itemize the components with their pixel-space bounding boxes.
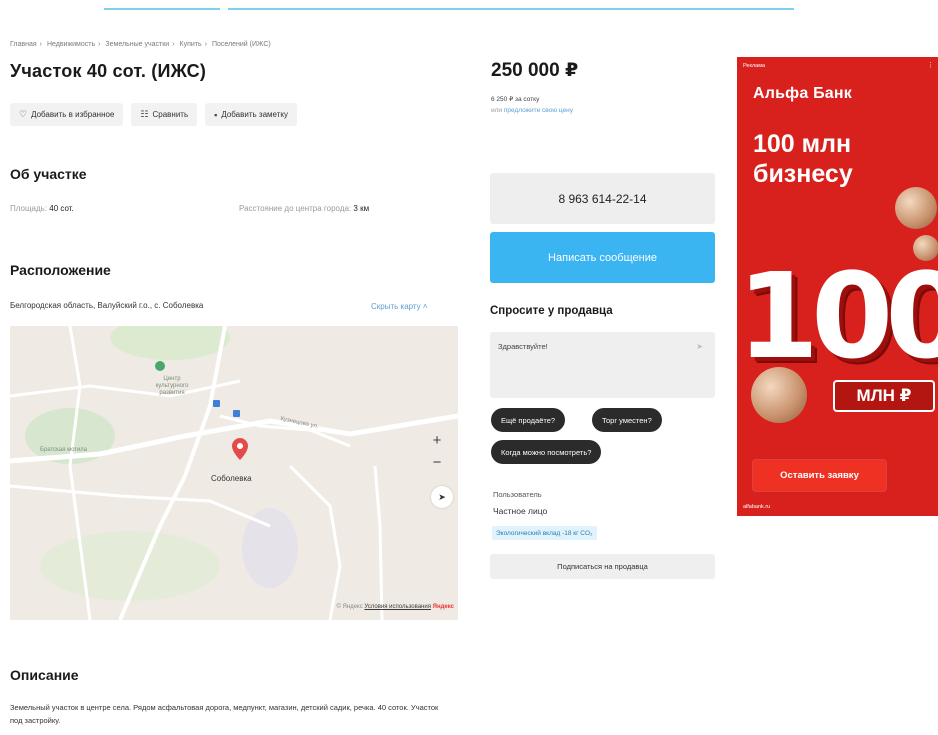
about-heading: Об участке [10, 166, 87, 182]
top-divider [104, 8, 220, 10]
description-text: Земельный участок в центре села. Рядом а… [10, 703, 439, 725]
ad-brand: Альфа Банк [753, 85, 852, 102]
ad-headline: 100 млн бизнесу [753, 130, 853, 188]
map-zoom-controls: + − [424, 430, 450, 474]
ad-label: Реклама [743, 63, 766, 69]
map-poi-label: Центр культурного развития [155, 376, 189, 396]
price-offer: или предложите свою цену [491, 107, 573, 114]
breadcrumb: Главная › Недвижимость › Земельные участки… [10, 41, 271, 48]
ad-info-icon[interactable]: ⋮ [927, 61, 934, 69]
breadcrumb-item[interactable]: Главная [10, 41, 37, 48]
ad-banner[interactable]: Реклама ⋮ Альфа Банк 100 млн бизнесу 100… [737, 57, 938, 516]
ad-cta-button[interactable]: Оставить заявку [753, 460, 886, 491]
map-canvas [10, 326, 458, 620]
offer-prefix: или [491, 107, 503, 114]
ask-seller-input[interactable]: Здравствуйте! ➤ [490, 332, 715, 398]
compare-label: Сравнить [152, 110, 189, 119]
location-heading: Расположение [10, 262, 111, 278]
top-divider [228, 8, 794, 10]
area-value: 40 сот. [49, 204, 74, 213]
breadcrumb-item[interactable]: Недвижимость [47, 41, 95, 48]
quick-question-chip[interactable]: Когда можно посмотреть? [491, 440, 602, 464]
distance-label: Расстояние до центра города: [239, 204, 352, 213]
add-note-button[interactable]: ▪ Добавить заметку [205, 103, 297, 126]
ask-seller-text: Здравствуйте! [498, 342, 548, 351]
breadcrumb-item[interactable]: Земельные участки [105, 41, 169, 48]
coin-image [895, 187, 937, 229]
breadcrumb-item[interactable]: Купить [180, 41, 202, 48]
ad-footer: alfabank.ru [743, 504, 771, 510]
map-pin-label: Соболевка [211, 474, 252, 483]
seller-type: Пользователь [493, 490, 542, 499]
description-heading: Описание [10, 667, 79, 683]
show-phone-button[interactable]: 8 963 614-22-14 [490, 173, 715, 224]
map[interactable]: Центр культурного развития Кузнецова ул.… [10, 326, 458, 620]
quick-question-chip[interactable]: Торг уместен? [592, 408, 662, 432]
write-message-button[interactable]: Написать сообщение [490, 232, 715, 283]
price-per-unit: 6 250 ₽ за сотку [491, 96, 540, 103]
heart-icon: ♡ [19, 109, 28, 119]
seller-name[interactable]: Частное лицо [493, 506, 547, 516]
hide-map-link[interactable]: Скрыть карту ˄ [371, 302, 428, 311]
navigation-arrow-icon: ➤ [438, 491, 446, 502]
quick-question-chip[interactable]: Ещё продаёте? [491, 408, 566, 432]
add-to-favorites-button[interactable]: ♡ Добавить в избранное [10, 103, 124, 126]
compare-button[interactable]: ☷ Сравнить [131, 103, 198, 126]
map-attribution: © Яндекс Условия использования Яндекс [336, 604, 454, 610]
address: Белгородская область, Валуйский г.о., с.… [10, 301, 204, 310]
listing-actions: ♡ Добавить в избранное ☷ Сравнить ▪ Доба… [10, 103, 297, 126]
map-terms-link[interactable]: Условия использования [364, 604, 431, 610]
ad-unit-badge: МЛН ₽ [833, 380, 935, 412]
note-icon: ▪ [214, 109, 218, 120]
yandex-logo[interactable]: Яндекс [433, 604, 454, 610]
coin-image [751, 367, 807, 423]
distance-value: 3 км [353, 204, 370, 213]
geolocate-button[interactable]: ➤ [431, 486, 453, 508]
compare-icon: ☷ [140, 109, 149, 119]
offer-price-link[interactable]: предложите свою цену [504, 107, 573, 114]
subscribe-seller-button[interactable]: Подписаться на продавца [490, 554, 715, 579]
page-title: Участок 40 сот. (ИЖС) [10, 61, 207, 81]
note-label: Добавить заметку [221, 110, 288, 119]
price: 250 000 ₽ [491, 60, 579, 81]
zoom-out-button[interactable]: − [433, 452, 442, 474]
eco-badge[interactable]: Экологический вклад -18 кг CO₂ [492, 526, 597, 540]
map-area-label: Братская могила [40, 447, 88, 453]
breadcrumb-item[interactable]: Поселений (ИЖС) [212, 41, 271, 48]
zoom-in-button[interactable]: + [433, 430, 442, 452]
area-param: Площадь: 40 сот. [10, 204, 74, 213]
map-copyright: © Яндекс [336, 604, 363, 610]
favorites-label: Добавить в избранное [31, 110, 115, 119]
send-icon[interactable]: ➤ [696, 342, 703, 351]
ask-seller-heading: Спросите у продавца [490, 305, 613, 317]
distance-param: Расстояние до центра города: 3 км [239, 204, 369, 213]
area-label: Площадь: [10, 204, 48, 213]
ad-big-number: 100 [737, 247, 938, 385]
